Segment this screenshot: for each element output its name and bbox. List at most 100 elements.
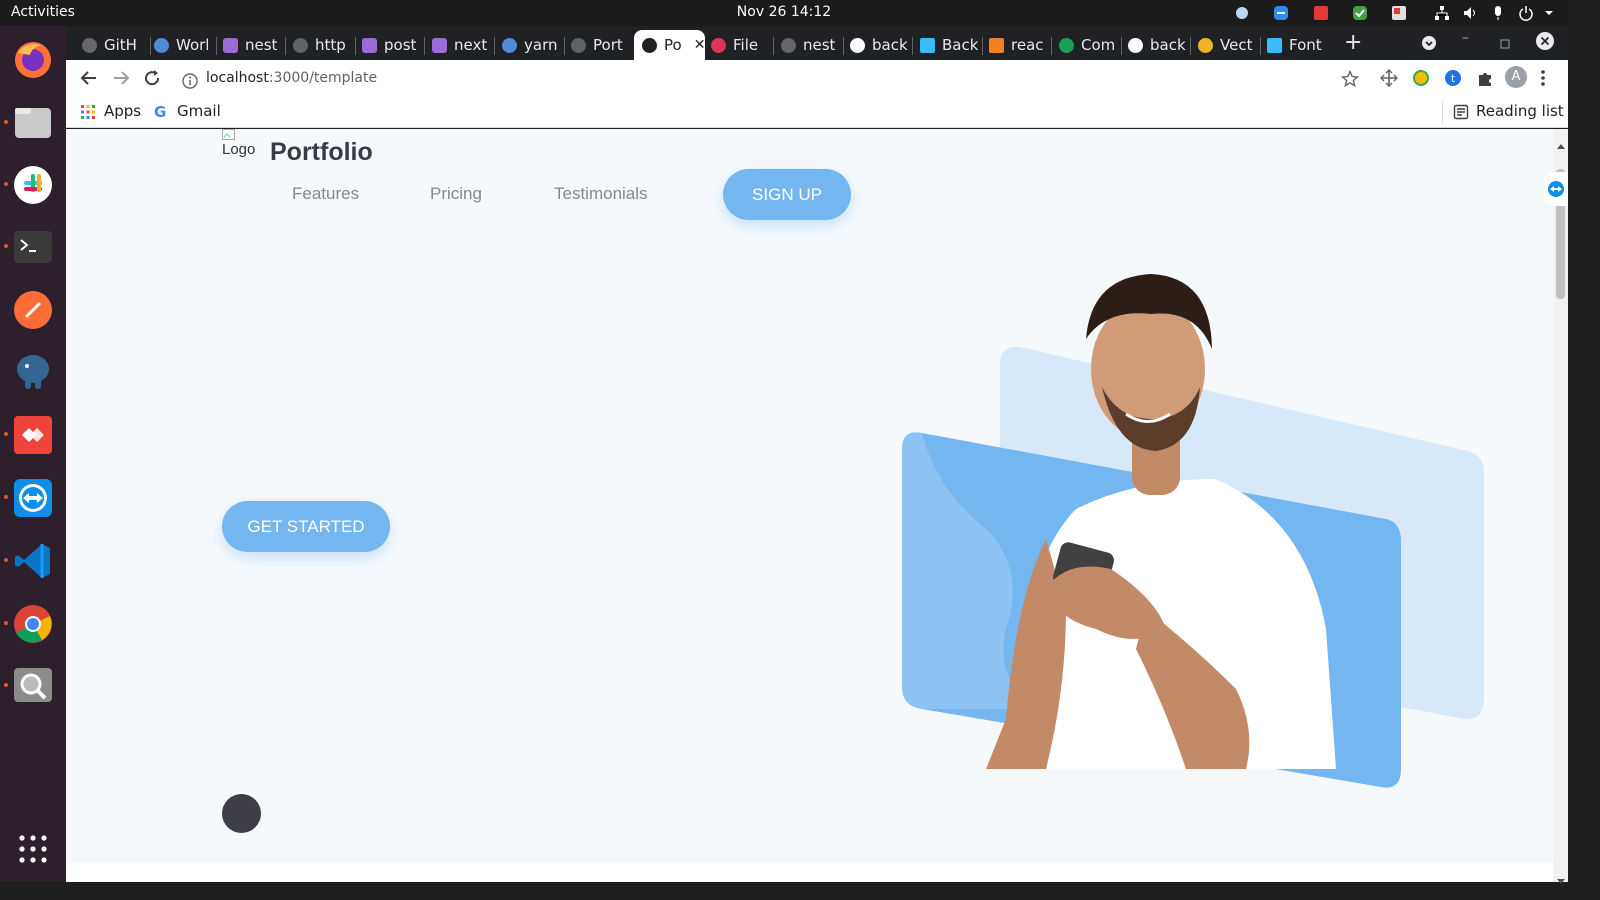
tab[interactable]: back	[850, 30, 908, 60]
get-started-button[interactable]: GET STARTED	[222, 501, 390, 552]
apps-grid-icon[interactable]	[80, 104, 96, 124]
tab[interactable]: reac	[989, 30, 1047, 60]
broken-logo-image: Logo	[222, 129, 255, 159]
extension-icon[interactable]: t	[1444, 69, 1462, 91]
tray-red-icon[interactable]	[1313, 5, 1329, 21]
tab[interactable]: Worl	[154, 30, 212, 60]
scroll-down-arrow-icon[interactable]	[1557, 870, 1565, 889]
move-extension-icon[interactable]	[1380, 69, 1398, 91]
nav-pricing[interactable]: Pricing	[430, 184, 482, 204]
slack-icon[interactable]	[12, 164, 54, 206]
globe-icon	[571, 37, 586, 53]
scroll-up-arrow-icon[interactable]	[1557, 134, 1565, 153]
tab-separator	[494, 37, 495, 55]
teamviewer-tray-icon[interactable]	[1273, 5, 1289, 21]
tab[interactable]: back	[1128, 30, 1186, 60]
tab[interactable]: next	[432, 30, 490, 60]
system-top-bar: Activities Nov 26 14:12	[0, 0, 1568, 26]
tab-separator	[1121, 37, 1122, 55]
running-indicator	[4, 495, 8, 499]
tab[interactable]: post	[362, 30, 420, 60]
tab[interactable]: Font	[1267, 30, 1325, 60]
tab[interactable]: File	[711, 30, 769, 60]
firefox-icon[interactable]	[12, 39, 54, 81]
terminal-icon[interactable]	[12, 226, 54, 268]
tab-separator	[982, 37, 983, 55]
globe-icon	[293, 37, 308, 53]
tab-active[interactable]: Po ✕	[634, 30, 705, 60]
page-bottom-edge	[66, 863, 1553, 882]
nav-features[interactable]: Features	[292, 184, 359, 204]
chrome-icon[interactable]	[12, 603, 54, 645]
extension-icon[interactable]	[1412, 69, 1430, 91]
tab-separator	[564, 37, 565, 55]
magnifier-icon[interactable]	[12, 665, 54, 707]
browser-toolbar: localhost:3000/template t A	[66, 60, 1568, 96]
yarn-icon	[502, 37, 517, 53]
network-icon[interactable]	[1434, 5, 1450, 21]
tab[interactable]: Vect	[1198, 30, 1256, 60]
scroll-indicator-dot[interactable]	[222, 794, 261, 833]
anydesk-icon[interactable]	[12, 414, 54, 456]
close-tab-icon[interactable]: ✕	[694, 37, 705, 53]
site-icon	[1198, 37, 1213, 53]
power-icon[interactable]	[1518, 5, 1534, 21]
brand-name[interactable]: Portfolio	[270, 138, 373, 167]
tab[interactable]: Port	[571, 30, 629, 60]
hashnode-icon	[223, 37, 238, 53]
extensions-puzzle-icon[interactable]	[1476, 69, 1494, 91]
nav-testimonials[interactable]: Testimonials	[554, 184, 648, 204]
teamviewer-icon[interactable]	[12, 477, 54, 519]
profile-avatar[interactable]: A	[1505, 66, 1527, 88]
forward-icon[interactable]	[112, 69, 130, 91]
slack-tray-icon[interactable]	[1234, 5, 1250, 21]
sign-up-button[interactable]: SIGN UP	[723, 169, 851, 220]
tab[interactable]: yarn	[502, 30, 560, 60]
vscode-icon[interactable]	[12, 540, 54, 582]
tab[interactable]: Com	[1059, 30, 1117, 60]
system-menu-chevron-icon[interactable]	[1543, 5, 1559, 21]
page-scrollbar[interactable]	[1553, 129, 1568, 884]
google-icon: G	[154, 103, 167, 121]
maximize-button[interactable]	[1500, 34, 1510, 53]
url-text: localhost:3000/template	[206, 70, 378, 86]
running-indicator	[4, 244, 8, 248]
google-icon	[850, 37, 865, 53]
pgadmin-icon[interactable]	[12, 351, 54, 393]
tab[interactable]: nest	[223, 30, 281, 60]
back-icon[interactable]	[80, 69, 98, 91]
tab[interactable]: GitH	[82, 30, 148, 60]
tray-indicator-icon[interactable]	[1391, 5, 1407, 21]
reading-list-button[interactable]: Reading list	[1476, 102, 1564, 120]
clock[interactable]: Nov 26 14:12	[0, 4, 1568, 20]
hashnode-icon	[362, 37, 377, 53]
tray-green-icon[interactable]	[1352, 5, 1368, 21]
site-icon	[154, 37, 169, 53]
files-icon[interactable]	[12, 102, 54, 144]
microphone-icon[interactable]	[1490, 5, 1506, 21]
menu-icon[interactable]	[1540, 69, 1546, 91]
bookmark-star-icon[interactable]	[1340, 69, 1360, 99]
tab-separator	[285, 37, 286, 55]
tab[interactable]: nest	[781, 30, 839, 60]
reload-icon[interactable]	[143, 69, 161, 91]
address-bar[interactable]: localhost:3000/template	[174, 63, 1370, 93]
volume-icon[interactable]	[1462, 5, 1478, 21]
close-window-button[interactable]	[1536, 32, 1554, 54]
tab-separator	[843, 37, 844, 55]
tab-search-icon[interactable]	[1421, 35, 1437, 55]
bookmark-apps[interactable]: Apps	[104, 102, 141, 120]
nextjs-icon	[642, 37, 657, 53]
reading-list-icon[interactable]	[1453, 104, 1469, 124]
tab-separator	[150, 37, 151, 55]
tab[interactable]: Back	[920, 30, 978, 60]
new-tab-button[interactable]: +	[1344, 30, 1362, 55]
bookmark-gmail[interactable]: Gmail	[177, 102, 221, 120]
tab[interactable]: http	[293, 30, 351, 60]
postman-icon[interactable]	[12, 289, 54, 331]
teamviewer-side-tab[interactable]	[1544, 172, 1568, 206]
running-indicator	[4, 432, 8, 436]
tab-separator	[1190, 37, 1191, 55]
show-applications-icon[interactable]	[12, 828, 54, 870]
minimize-button[interactable]: –	[1462, 30, 1469, 46]
